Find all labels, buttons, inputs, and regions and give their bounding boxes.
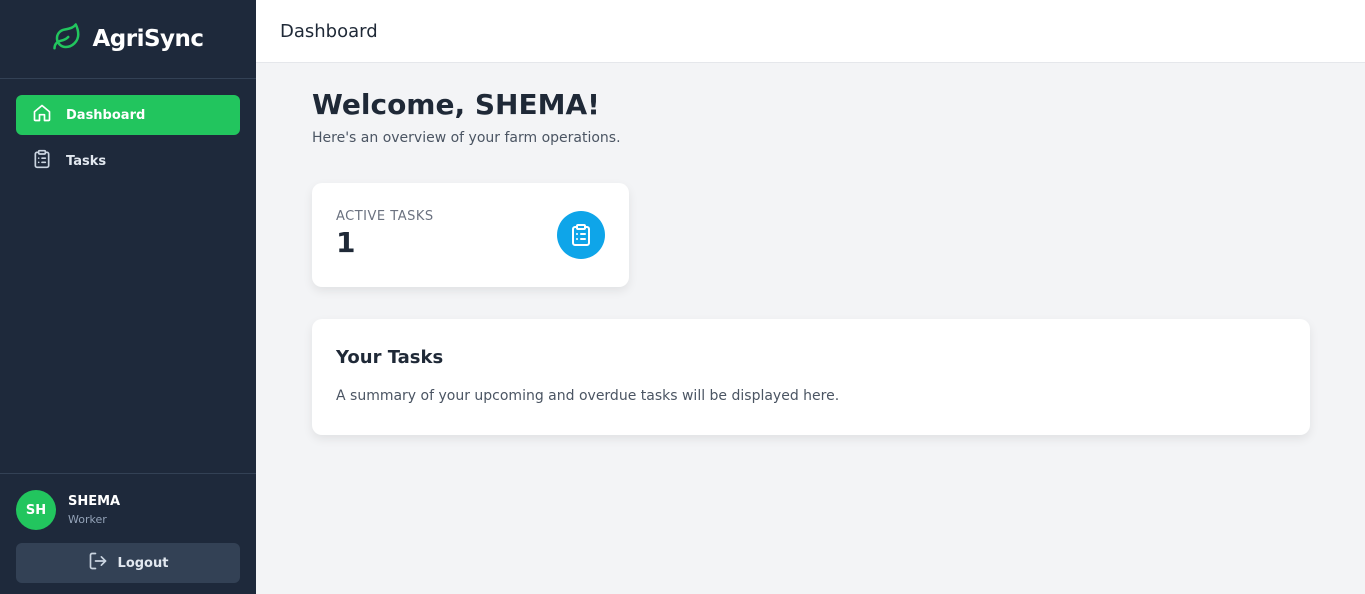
leaf-icon xyxy=(52,22,82,56)
avatar: SH xyxy=(16,490,56,530)
brand-name: AgriSync xyxy=(92,26,204,52)
logout-button[interactable]: Logout xyxy=(16,543,240,583)
sidebar: AgriSync Dashboard Tasks SH SHEMA Worker… xyxy=(0,0,256,594)
sidebar-item-label: Dashboard xyxy=(66,107,146,123)
top-bar: Dashboard xyxy=(256,0,1365,63)
sidebar-item-label: Tasks xyxy=(66,153,107,169)
your-tasks-card: Your Tasks A summary of your upcoming an… xyxy=(312,319,1310,435)
page-title: Dashboard xyxy=(280,20,378,42)
user-panel: SH SHEMA Worker Logout xyxy=(0,473,256,594)
brand[interactable]: AgriSync xyxy=(0,0,256,79)
clipboard-list-icon xyxy=(557,211,605,259)
logout-icon xyxy=(88,551,108,575)
user-name: SHEMA xyxy=(68,494,121,509)
user-info: SH SHEMA Worker xyxy=(16,490,240,530)
sidebar-nav: Dashboard Tasks xyxy=(0,79,256,181)
sidebar-item-dashboard[interactable]: Dashboard xyxy=(16,95,240,135)
active-tasks-card[interactable]: ACTIVE TASKS 1 xyxy=(312,183,629,287)
home-icon xyxy=(32,103,52,127)
clipboard-list-icon xyxy=(32,149,52,173)
welcome-subtitle: Here's an overview of your farm operatio… xyxy=(312,130,621,146)
logout-label: Logout xyxy=(117,555,169,571)
tasks-card-description: A summary of your upcoming and overdue t… xyxy=(336,388,840,404)
user-role: Worker xyxy=(68,513,107,526)
sidebar-item-tasks[interactable]: Tasks xyxy=(16,141,240,181)
tasks-card-title: Your Tasks xyxy=(336,347,444,368)
main-content: Welcome, SHEMA! Here's an overview of yo… xyxy=(312,88,1310,435)
welcome-heading: Welcome, SHEMA! xyxy=(312,88,600,121)
